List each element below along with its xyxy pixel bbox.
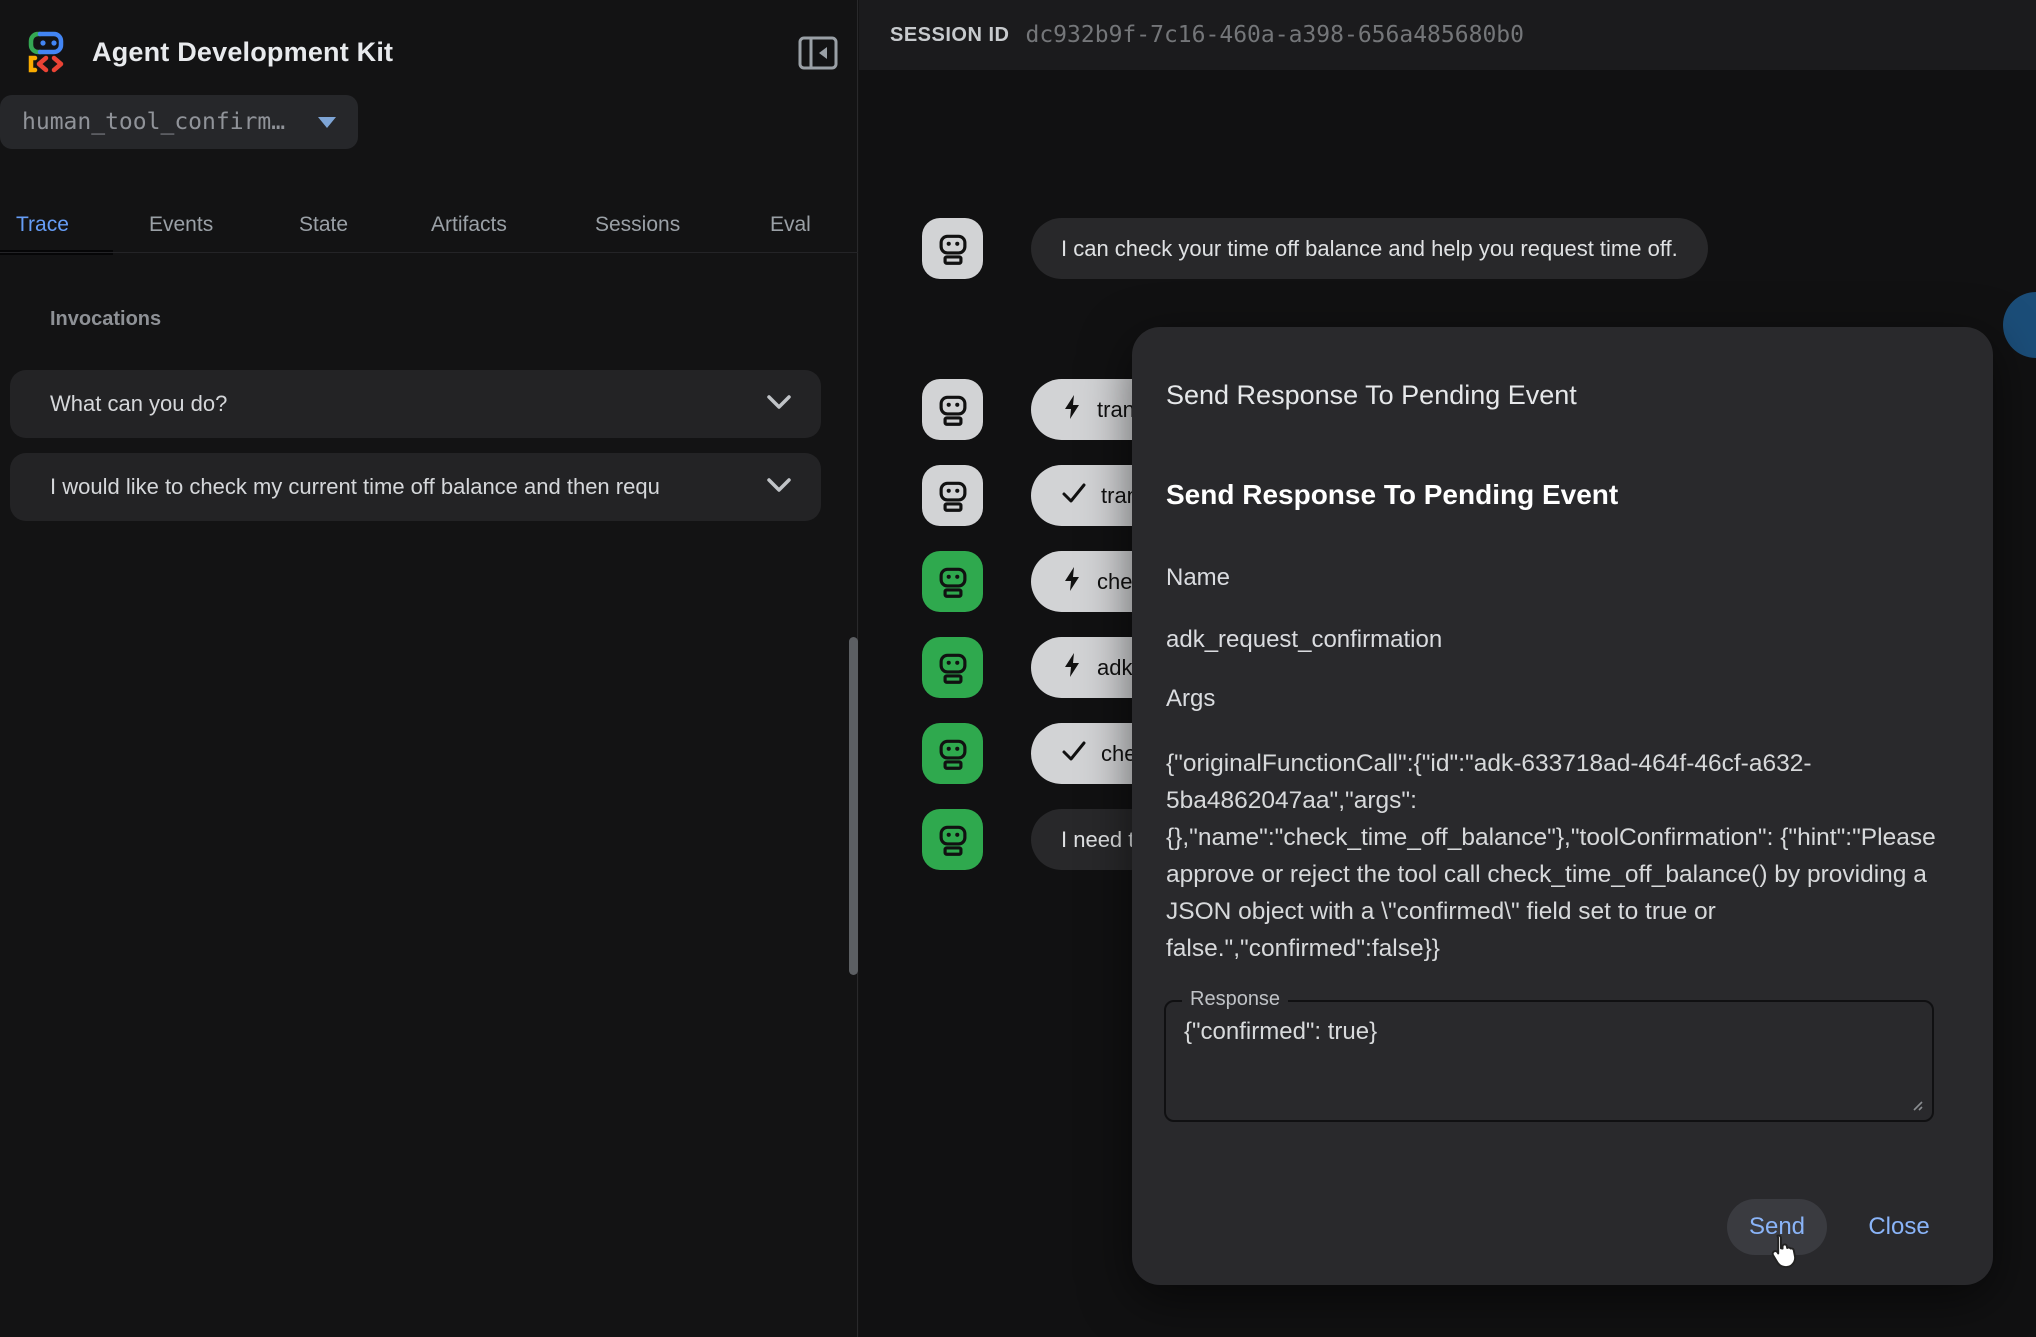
agent-avatar-icon: [922, 809, 983, 870]
send-button[interactable]: Send: [1727, 1199, 1827, 1255]
chat-message-row: I can check your time off balance and he…: [922, 218, 1708, 279]
app-header: Agent Development Kit: [26, 22, 393, 82]
bot-message-bubble: I can check your time off balance and he…: [1031, 218, 1708, 279]
args-value: {"originalFunctionCall":{"id":"adk-63371…: [1166, 745, 1941, 967]
tab-divider: [0, 252, 858, 253]
invocation-text: I would like to check my current time of…: [50, 474, 751, 500]
session-id-value: dc932b9f-7c16-460a-a398-656a485680b0: [1025, 22, 1524, 48]
close-button[interactable]: Close: [1849, 1199, 1949, 1255]
session-id-label: SESSION ID: [890, 24, 1009, 47]
name-value: adk_request_confirmation: [1166, 626, 1442, 654]
adk-web-app: Agent Development Kit human_tool_confirm…: [0, 0, 2036, 1337]
bolt-icon: [1061, 394, 1083, 426]
sidebar-tabs: Trace Events State Artifacts Sessions Ev…: [0, 196, 858, 253]
tab-events[interactable]: Events: [149, 196, 213, 253]
dialog-heading: Send Response To Pending Event: [1166, 479, 1618, 511]
invocation-text: What can you do?: [50, 391, 751, 417]
page-title: Agent Development Kit: [92, 37, 393, 68]
agent-selector-dropdown[interactable]: human_tool_confirm…: [0, 95, 358, 149]
bot-message-text: I can check your time off balance and he…: [1061, 236, 1678, 262]
agent-avatar-icon: [922, 551, 983, 612]
function-call-label: tran: [1097, 397, 1135, 423]
sidebar: Agent Development Kit human_tool_confirm…: [0, 0, 858, 1337]
invocations-section-title: Invocations: [50, 308, 161, 331]
chevron-down-icon[interactable]: [765, 476, 793, 499]
response-field-label: Response: [1182, 988, 1288, 1011]
check-icon: [1061, 740, 1087, 768]
chevron-down-icon: [318, 117, 336, 128]
tab-state[interactable]: State: [299, 196, 348, 253]
agent-avatar-icon: [922, 218, 983, 279]
session-header: SESSION ID dc932b9f-7c16-460a-a398-656a4…: [859, 0, 2036, 70]
function-call-label: adk: [1097, 655, 1132, 681]
name-label: Name: [1166, 564, 1230, 592]
bolt-icon: [1061, 566, 1083, 598]
tab-eval[interactable]: Eval: [770, 196, 811, 253]
agent-avatar-icon: [922, 723, 983, 784]
function-call-label: che: [1097, 569, 1132, 595]
args-label: Args: [1166, 685, 1215, 713]
response-field: Response {"confirmed": true}: [1164, 1000, 1934, 1122]
response-input[interactable]: {"confirmed": true}: [1184, 1018, 1904, 1104]
agent-avatar-icon: [922, 465, 983, 526]
sidebar-scrollbar[interactable]: [849, 637, 858, 975]
bolt-icon: [1061, 652, 1083, 684]
collapse-panel-icon[interactable]: [798, 36, 838, 70]
agent-avatar-icon: [922, 379, 983, 440]
agent-avatar-icon: [922, 637, 983, 698]
send-response-dialog: Send Response To Pending Event Send Resp…: [1132, 327, 1993, 1285]
tab-sessions[interactable]: Sessions: [595, 196, 680, 253]
tab-artifacts[interactable]: Artifacts: [431, 196, 507, 253]
resize-grip-icon[interactable]: [1908, 1096, 1924, 1112]
bot-message-text: I need t: [1061, 827, 1134, 853]
dialog-title: Send Response To Pending Event: [1166, 380, 1577, 411]
agent-selector-value: human_tool_confirm…: [22, 109, 308, 135]
dialog-actions: Send Close: [1727, 1199, 1949, 1255]
invocation-item[interactable]: What can you do?: [10, 370, 821, 438]
invocation-item[interactable]: I would like to check my current time of…: [10, 453, 821, 521]
chevron-down-icon[interactable]: [765, 393, 793, 416]
tab-trace[interactable]: Trace: [16, 196, 69, 253]
adk-robot-logo-icon: [26, 24, 78, 81]
check-icon: [1061, 482, 1087, 510]
